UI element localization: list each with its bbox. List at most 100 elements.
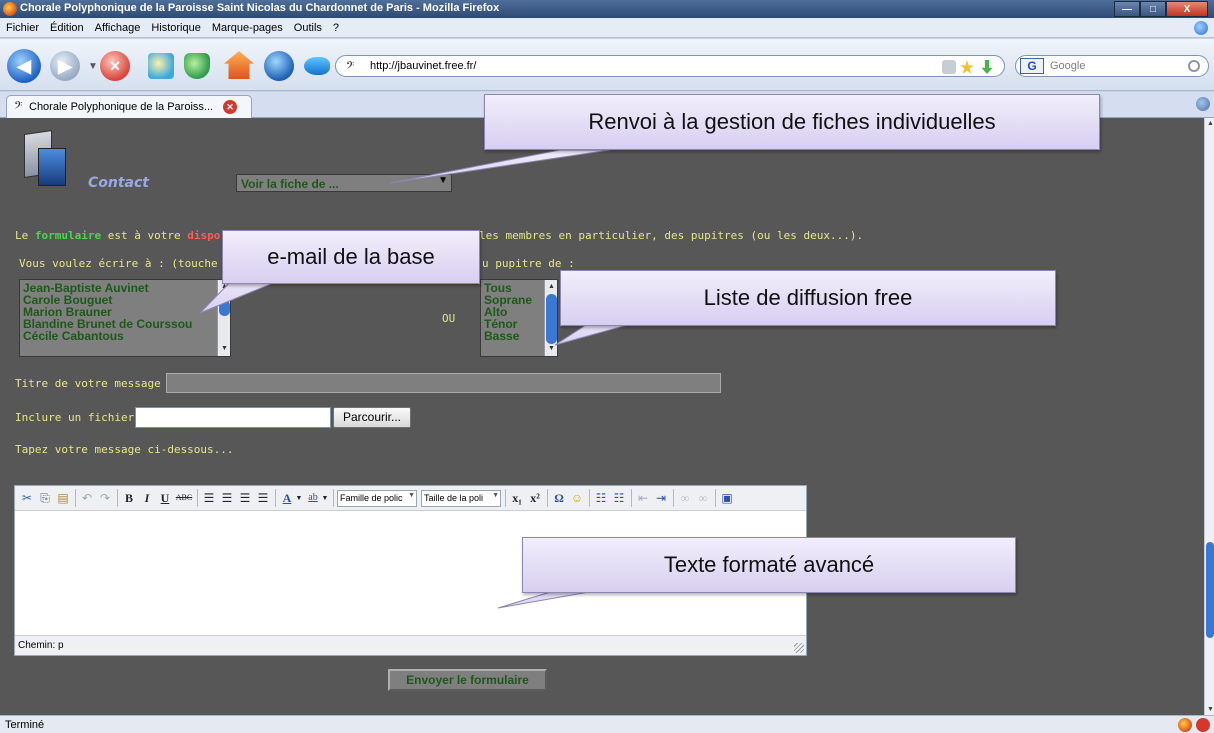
outdent-icon[interactable]: ⇤ [635, 489, 651, 507]
feed-icon[interactable] [942, 60, 956, 74]
forward-button[interactable]: ▶ [50, 51, 80, 81]
tab-title: Chorale Polyphonique de la Paroiss... [29, 101, 214, 113]
stop-button[interactable]: ✕ [100, 51, 130, 81]
scroll-thumb[interactable] [219, 300, 230, 316]
url-bar[interactable]: 𝄢 http://jbauvinet.free.fr/ [335, 55, 1005, 77]
formulaire-link[interactable]: formulaire [35, 229, 101, 242]
menu-affichage[interactable]: Affichage [95, 22, 141, 34]
font-size-select[interactable]: Taille de la poli ▼ [421, 490, 501, 507]
smiley-icon[interactable]: ☺ [569, 489, 585, 507]
pupitres-scrollbar[interactable]: ▲ ▼ [544, 280, 557, 356]
underline-icon[interactable]: U [157, 489, 173, 507]
callout-texte: Texte formaté avancé [522, 537, 1016, 593]
bold-icon[interactable]: B [121, 489, 137, 507]
window-titlebar: Chorale Polyphonique de la Paroisse Sain… [0, 0, 1214, 18]
menu-historique[interactable]: Historique [151, 22, 201, 34]
chevron-down-icon[interactable]: ▼ [295, 489, 303, 507]
intro-est: est à votre [101, 229, 188, 242]
intro-le: Le [15, 229, 35, 242]
back-button[interactable]: ◀ [7, 49, 41, 83]
resize-grip-icon[interactable] [794, 643, 804, 653]
url-text[interactable]: http://jbauvinet.free.fr/ [370, 60, 476, 72]
tab-list-icon[interactable] [1196, 97, 1210, 111]
menu-fichier[interactable]: Fichier [6, 22, 39, 34]
tab-close-icon[interactable]: ✕ [223, 100, 237, 114]
page-scrollbar[interactable]: ▲ ▼ [1204, 118, 1214, 715]
fiche-select[interactable]: Voir la fiche de ... ▼ [236, 174, 452, 192]
scroll-up-icon[interactable]: ▲ [1207, 120, 1214, 127]
editor-status: Chemin: p [15, 635, 806, 655]
error-status-icon[interactable] [1196, 718, 1210, 732]
redo-icon[interactable]: ↷ [97, 489, 113, 507]
scroll-down-icon[interactable]: ▼ [1207, 706, 1214, 713]
chevron-down-icon[interactable]: ▼ [321, 489, 329, 507]
members-scrollbar[interactable]: ▲ ▼ [217, 280, 230, 356]
history-dropdown-icon[interactable]: ▼ [88, 61, 98, 72]
submit-button[interactable]: Envoyer le formulaire [388, 669, 547, 691]
menu-marque-pages[interactable]: Marque-pages [212, 22, 283, 34]
copy-icon[interactable]: ⎘ [37, 489, 53, 507]
highlight-color-icon[interactable]: ab [305, 489, 321, 507]
minimize-button[interactable]: — [1114, 1, 1140, 17]
bookmark-star-icon[interactable] [960, 60, 974, 74]
menu-edition[interactable]: Édition [50, 22, 84, 34]
throbber-icon [1194, 21, 1208, 35]
tapez-label: Tapez votre message ci-dessous... [15, 443, 234, 456]
search-placeholder: Google [1050, 60, 1086, 72]
search-box[interactable]: G Google [1015, 55, 1209, 77]
browse-button[interactable]: Parcourir... [333, 407, 411, 428]
search-icon[interactable] [1188, 60, 1200, 72]
shield-icon[interactable] [184, 53, 210, 79]
align-right-icon[interactable]: ☰ [237, 489, 253, 507]
undo-icon[interactable]: ↶ [79, 489, 95, 507]
write-label: Vous voulez écrire à : (touche C [19, 257, 231, 270]
intro-text: Le formulaire est à votre dispo les memb… [15, 229, 863, 242]
status-bar: Terminé [0, 715, 1214, 733]
navigation-toolbar: ◀ ▶ ▼ ✕ 𝄢 http://jbauvinet.free.fr/ G Go… [0, 39, 1214, 91]
firefox-status-icon[interactable] [1178, 718, 1192, 732]
link-icon[interactable]: ∞ [677, 489, 693, 507]
cut-icon[interactable]: ✂ [19, 489, 35, 507]
fichier-label: Inclure un fichier : [15, 411, 148, 424]
indent-icon[interactable]: ⇥ [653, 489, 669, 507]
home-icon[interactable] [224, 51, 254, 79]
italic-icon[interactable]: I [139, 489, 155, 507]
text-color-icon[interactable]: A [279, 489, 295, 507]
tab-chorale[interactable]: 𝄢 Chorale Polyphonique de la Paroiss... … [6, 95, 252, 118]
scroll-down-icon[interactable]: ▼ [548, 343, 555, 355]
page-scroll-thumb[interactable] [1206, 542, 1214, 638]
menu-aide[interactable]: ? [333, 22, 339, 34]
go-arrow-icon[interactable] [981, 60, 993, 74]
fullscreen-icon[interactable]: ▣ [719, 489, 735, 507]
superscript-icon[interactable]: x² [527, 489, 543, 507]
file-path-input[interactable] [135, 407, 331, 428]
menu-outils[interactable]: Outils [294, 22, 322, 34]
align-justify-icon[interactable]: ☰ [255, 489, 271, 507]
search-engine-icon[interactable]: G [1020, 58, 1044, 74]
scroll-thumb[interactable] [546, 294, 557, 344]
page-content: Contact Voir la fiche de ... ▼ Le formul… [0, 118, 1204, 715]
align-left-icon[interactable]: ☰ [201, 489, 217, 507]
bullet-list-icon[interactable]: ☷ [593, 489, 609, 507]
maximize-button[interactable]: □ [1140, 1, 1166, 17]
fiche-select-value: Voir la fiche de ... [241, 177, 339, 191]
strikethrough-icon[interactable]: ABC [175, 489, 193, 507]
member-item[interactable]: Cécile Cabantous [23, 330, 230, 342]
window-title: Chorale Polyphonique de la Paroisse Sain… [20, 2, 500, 14]
font-family-select[interactable]: Famille de polic ▼ [337, 490, 417, 507]
paste-icon[interactable]: ▤ [55, 489, 71, 507]
subscript-icon[interactable]: x₁ [509, 489, 525, 507]
close-window-button[interactable]: X [1166, 1, 1208, 17]
pupitres-listbox[interactable]: Tous Soprane Alto Ténor Basse ▲ ▼ [480, 279, 558, 357]
globe-icon[interactable] [264, 51, 294, 81]
bookmark-fish-icon[interactable] [304, 57, 330, 75]
members-listbox[interactable]: Jean-Baptiste Auvinet Carole Bouguet Mar… [19, 279, 231, 357]
unlink-icon[interactable]: ∞ [695, 489, 711, 507]
scroll-up-icon[interactable]: ▲ [548, 281, 555, 293]
numbered-list-icon[interactable]: ☷ [611, 489, 627, 507]
align-center-icon[interactable]: ☰ [219, 489, 235, 507]
omega-icon[interactable]: Ω [551, 489, 567, 507]
reload-icon[interactable] [148, 53, 174, 79]
titre-input[interactable] [166, 373, 721, 393]
scroll-down-icon[interactable]: ▼ [221, 343, 228, 355]
